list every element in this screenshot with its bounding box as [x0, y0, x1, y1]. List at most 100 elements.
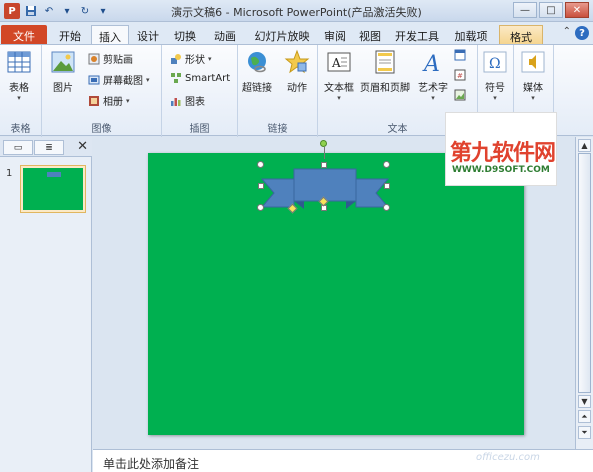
previous-slide-icon[interactable]: ⏶: [578, 410, 591, 423]
thumbnail-ribbon-shape: [47, 172, 61, 177]
textbox-button[interactable]: A 文本框 ▾: [324, 49, 354, 102]
minimize-button[interactable]: —: [513, 2, 537, 18]
rotation-handle[interactable]: [320, 140, 327, 147]
smartart-button[interactable]: SmartArt: [170, 72, 230, 84]
tab-review[interactable]: 审阅: [319, 25, 351, 44]
panel-close-icon[interactable]: ✕: [77, 139, 88, 154]
header-footer-button[interactable]: 页眉和页脚: [360, 49, 410, 94]
clipart-button[interactable]: 剪贴画: [88, 51, 133, 66]
object-button[interactable]: [454, 89, 466, 101]
header-footer-label: 页眉和页脚: [360, 83, 410, 94]
slide-thumbnail-preview: [23, 168, 83, 210]
symbol-dropdown-icon: ▾: [493, 94, 497, 102]
album-dropdown-icon: ▾: [126, 96, 130, 105]
slide-number-button[interactable]: #: [454, 69, 466, 81]
slide-number-icon: #: [454, 69, 466, 81]
action-star-icon: [284, 49, 310, 74]
svg-text:A: A: [422, 52, 440, 75]
table-dropdown-icon: ▾: [17, 94, 21, 102]
tabs-right-controls: ⌃ ?: [563, 26, 589, 40]
tab-insert[interactable]: 插入: [91, 25, 129, 44]
slide-number: 1: [6, 168, 13, 179]
textbox-dropdown-icon: ▾: [337, 94, 341, 102]
watermark-logo: 第九软件网 WWW.D9SOFT.COM: [445, 112, 557, 186]
ribbon-tabs: 文件 开始 插入 设计 切换 动画 幻灯片放映 审阅 视图 开发工具 加载项 格…: [0, 22, 593, 44]
help-icon[interactable]: ?: [575, 26, 589, 40]
scroll-up-icon[interactable]: ▲: [578, 139, 591, 152]
action-label: 动作: [287, 83, 307, 94]
symbol-button[interactable]: Ω 符号 ▾: [482, 49, 508, 102]
shapes-button[interactable]: 形状 ▾: [170, 51, 212, 66]
textbox-label: 文本框: [324, 83, 354, 94]
resize-handle-se[interactable]: [383, 204, 390, 211]
table-button-label: 表格: [9, 83, 29, 94]
picture-icon: [51, 51, 75, 73]
wordart-dropdown-icon: ▾: [431, 94, 435, 102]
resize-handle-e[interactable]: [384, 183, 390, 189]
action-button[interactable]: 动作: [284, 49, 310, 94]
album-button[interactable]: 相册 ▾: [88, 93, 130, 108]
tab-addins[interactable]: 加载项: [448, 25, 494, 44]
resize-handle-w[interactable]: [258, 183, 264, 189]
notes-placeholder: 单击此处添加备注: [103, 457, 200, 471]
svg-text:#: #: [457, 72, 463, 80]
scroll-down-icon[interactable]: ▼: [578, 395, 591, 408]
resize-handle-sw[interactable]: [257, 204, 264, 211]
window-title: 演示文稿6 - Microsoft PowerPoint(产品激活失败): [171, 6, 422, 19]
media-button[interactable]: 媒体 ▾: [520, 49, 546, 102]
picture-button[interactable]: 图片: [50, 49, 76, 94]
collapse-ribbon-icon[interactable]: ⌃: [563, 26, 571, 40]
shapes-label: 形状: [185, 55, 205, 66]
maximize-button[interactable]: □: [539, 2, 563, 18]
close-button[interactable]: ✕: [565, 2, 589, 18]
object-icon: [454, 89, 466, 101]
group-tables: 表格 ▾ 表格: [0, 45, 42, 137]
group-images: 图片 剪贴画 屏幕截图 ▾ 相册 ▾ 图像: [42, 45, 162, 137]
photo-album-icon: [89, 95, 99, 106]
window-controls: — □ ✕: [513, 2, 589, 18]
screenshot-label: 屏幕截图: [103, 76, 143, 87]
table-icon: [7, 51, 31, 73]
group-illustrations: 形状 ▾ SmartArt 图表 插图: [162, 45, 238, 137]
slide-thumbnail[interactable]: [20, 165, 86, 213]
table-button[interactable]: 表格 ▾: [6, 49, 32, 102]
screenshot-icon: [88, 75, 100, 84]
resize-handle-n[interactable]: [321, 162, 327, 168]
symbol-label: 符号: [485, 83, 505, 94]
media-speaker-icon: [521, 51, 545, 73]
next-slide-icon[interactable]: ⏷: [578, 426, 591, 439]
chart-button[interactable]: 图表: [170, 93, 205, 108]
screenshot-dropdown-icon: ▾: [146, 75, 150, 84]
media-dropdown-icon: ▾: [531, 94, 535, 102]
scroll-thumb[interactable]: [578, 153, 591, 393]
group-links: 超链接 动作 链接: [238, 45, 318, 137]
tab-outline[interactable]: ≣: [34, 140, 64, 155]
tab-view[interactable]: 视图: [353, 25, 387, 44]
tab-slides-thumbnails[interactable]: ▭: [3, 140, 33, 155]
tab-file[interactable]: 文件: [1, 25, 47, 44]
hyperlink-globe-icon: [248, 52, 266, 73]
tab-format[interactable]: 格式: [499, 25, 543, 44]
tab-slideshow[interactable]: 幻灯片放映: [247, 25, 317, 44]
shapes-icon: [171, 53, 181, 64]
wordart-label: 艺术字: [418, 83, 448, 94]
tab-design[interactable]: 设计: [131, 25, 165, 44]
tab-transitions[interactable]: 切换: [167, 25, 203, 44]
tab-home[interactable]: 开始: [52, 25, 88, 44]
hyperlink-button[interactable]: 超链接: [242, 49, 272, 94]
slide-canvas[interactable]: [148, 140, 524, 435]
screenshot-button[interactable]: 屏幕截图 ▾: [88, 72, 150, 87]
wordart-button[interactable]: A 艺术字 ▾: [418, 49, 448, 102]
tab-animations[interactable]: 动画: [205, 25, 245, 44]
vertical-scrollbar[interactable]: ▲ ▼ ⏶ ⏷: [575, 137, 593, 449]
picture-button-label: 图片: [53, 83, 73, 94]
textbox-icon: A: [327, 52, 351, 72]
resize-handle-ne[interactable]: [383, 161, 390, 168]
resize-handle-nw[interactable]: [257, 161, 264, 168]
tab-developer[interactable]: 开发工具: [389, 25, 445, 44]
smartart-icon: [171, 73, 181, 83]
shapes-dropdown-icon: ▾: [208, 54, 212, 63]
watermark-url: WWW.D9SOFT.COM: [452, 165, 550, 175]
date-time-button[interactable]: [454, 49, 466, 61]
watermark-main-text: 第九软件网: [450, 141, 556, 166]
